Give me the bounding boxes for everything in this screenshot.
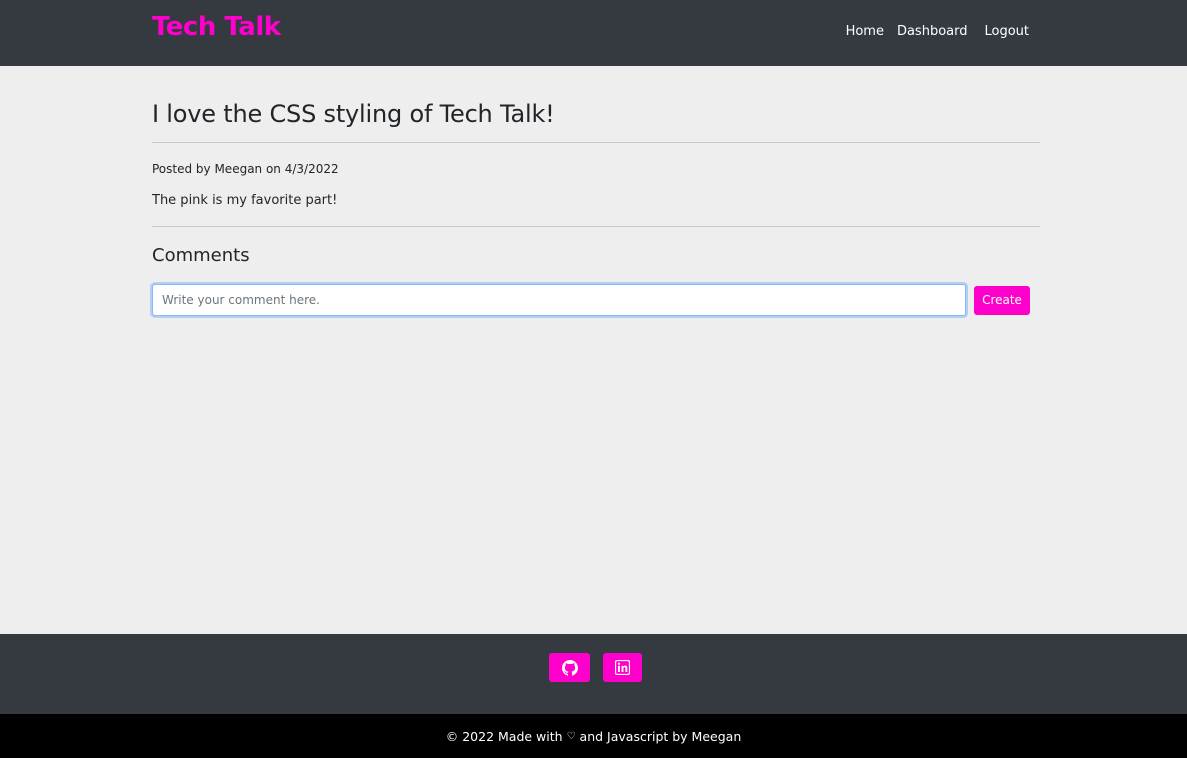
copyright-bar: © 2022 Made with ♡ and Javascript by Mee… [0,714,1187,758]
nav-links: Home Dashboard Logout [833,24,1029,39]
nav-link-dashboard[interactable]: Dashboard [897,24,968,39]
divider [152,226,1040,227]
linkedin-icon [615,660,630,675]
linkedin-link-button[interactable] [603,653,642,682]
copyright-prefix: © 2022 Made with [445,728,563,744]
navbar: Tech Talk Home Dashboard Logout [0,0,1187,66]
nav-link-logout[interactable]: Logout [984,24,1029,39]
heart-icon: ♡ [566,730,576,742]
comment-input[interactable] [152,284,966,316]
github-icon [561,659,578,676]
copyright-suffix: and Javascript by Meegan [579,728,742,744]
post-body: The pink is my favorite part! [152,193,338,208]
nav-link-home[interactable]: Home [846,24,884,39]
comments-heading: Comments [152,245,250,266]
comment-form: Create [152,284,1040,316]
post-title: I love the CSS styling of Tech Talk! [152,100,555,128]
divider [152,142,1040,143]
brand-logo-link[interactable]: Tech Talk [152,12,281,42]
post-detail: I love the CSS styling of Tech Talk! Pos… [152,66,1040,316]
post-meta: Posted by Meegan on 4/3/2022 [152,162,339,176]
github-link-button[interactable] [549,653,590,682]
create-comment-button[interactable]: Create [974,285,1030,315]
footer [0,634,1187,714]
